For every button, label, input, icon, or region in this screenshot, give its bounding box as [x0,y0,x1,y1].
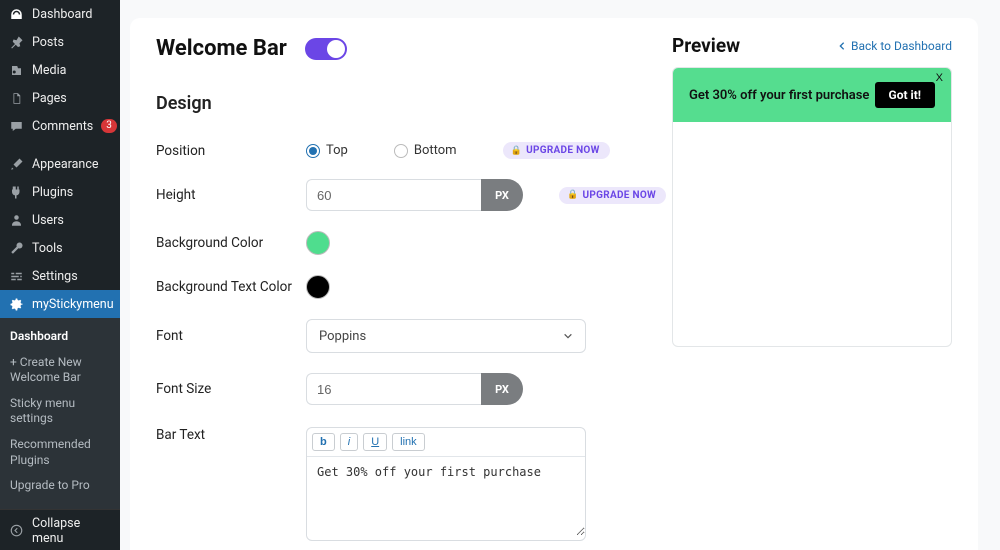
preview-welcome-bar: X Get 30% off your first purchase Got it… [673,68,951,122]
height-input[interactable] [306,179,481,211]
sidebar-label: Plugins [32,185,73,200]
sidebar-label: Pages [32,91,67,106]
sidebar-item-media[interactable]: Media [0,56,120,84]
sidebar-label: Settings [32,269,78,284]
comments-icon [8,118,24,134]
user-icon [8,212,24,228]
welcome-bar-toggle[interactable] [305,38,347,60]
dashboard-icon [8,6,24,22]
upgrade-button[interactable]: 🔒UPGRADE NOW [559,187,666,204]
preview-title: Preview [672,34,740,57]
chevron-down-icon [563,331,573,341]
pages-icon [8,90,24,106]
media-icon [8,62,24,78]
font-select[interactable]: Poppins [306,319,586,353]
preview-column: Preview Back to Dashboard X Get 30% off … [672,34,952,347]
sidebar-item-settings[interactable]: Settings [0,262,120,290]
position-top-radio[interactable]: Top [306,143,348,158]
main-area: Welcome Bar Design Position Top Bottom 🔒… [120,0,1000,550]
sidebar-item-users[interactable]: Users [0,206,120,234]
admin-sidebar: Dashboard Posts Media Pages Comments 3 [0,0,120,550]
bold-button[interactable]: b [312,433,335,451]
label-height: Height [156,187,306,203]
font-size-input[interactable] [306,373,481,405]
text-color-swatch[interactable] [306,275,330,299]
sidebar-item-pages[interactable]: Pages [0,84,120,112]
chevron-left-icon [837,41,847,51]
upgrade-button[interactable]: 🔒UPGRADE NOW [503,142,610,159]
gear-icon [8,296,24,312]
sidebar-label: myStickymenu [32,297,114,312]
sidebar-label: Tools [32,241,63,256]
sidebar-item-comments[interactable]: Comments 3 [0,112,120,140]
sliders-icon [8,268,24,284]
sidebar-item-tools[interactable]: Tools [0,234,120,262]
label-font: Font [156,328,306,344]
label-bg-color: Background Color [156,235,306,251]
bg-color-swatch[interactable] [306,231,330,255]
brush-icon [8,156,24,172]
collapse-menu-button[interactable]: Collapse menu [0,509,120,550]
back-to-dashboard-link[interactable]: Back to Dashboard [837,39,952,53]
collapse-icon [8,523,24,539]
sidebar-item-appearance[interactable]: Appearance [0,150,120,178]
preview-frame: X Get 30% off your first purchase Got it… [672,67,952,347]
label-bg-text-color: Background Text Color [156,279,306,295]
sidebar-label: Media [32,63,66,78]
font-select-value: Poppins [319,329,366,344]
rich-text-editor: b i U link [306,427,586,541]
link-button[interactable]: link [392,433,425,451]
comments-count-badge: 3 [101,119,117,133]
page-title: Welcome Bar [156,36,287,61]
sidebar-label: Posts [32,35,64,50]
submenu-sticky-settings[interactable]: Sticky menu settings [0,391,120,432]
lock-icon: 🔒 [567,190,579,200]
settings-card: Welcome Bar Design Position Top Bottom 🔒… [130,18,978,550]
sidebar-label: Appearance [32,157,99,172]
submenu-recommended-plugins[interactable]: Recommended Plugins [0,432,120,473]
label-font-size: Font Size [156,381,306,397]
font-size-unit: PX [481,373,523,405]
underline-button[interactable]: U [363,433,387,451]
sidebar-item-mystickymenu[interactable]: myStickymenu [0,290,120,318]
preview-close-button[interactable]: X [936,72,943,84]
sidebar-label: Dashboard [32,7,92,22]
submenu-upgrade-pro[interactable]: Upgrade to Pro [0,473,120,499]
plug-icon [8,184,24,200]
collapse-label: Collapse menu [32,516,112,546]
pin-icon [8,34,24,50]
sidebar-label: Users [32,213,64,228]
label-bar-text: Bar Text [156,427,306,443]
position-bottom-radio[interactable]: Bottom [394,143,457,158]
wrench-icon [8,240,24,256]
sidebar-submenu: Dashboard + Create New Welcome Bar Stick… [0,318,120,509]
submenu-dashboard[interactable]: Dashboard [0,324,120,350]
italic-button[interactable]: i [340,433,358,451]
height-unit: PX [481,179,523,211]
sidebar-item-posts[interactable]: Posts [0,28,120,56]
bar-text-textarea[interactable] [307,456,585,536]
sidebar-label: Comments [32,119,93,134]
lock-icon: 🔒 [511,146,523,156]
sidebar-item-dashboard[interactable]: Dashboard [0,0,120,28]
preview-bar-text: Get 30% off your first purchase [689,88,869,103]
preview-cta-button[interactable]: Got it! [875,82,935,108]
label-position: Position [156,143,306,159]
sidebar-item-plugins[interactable]: Plugins [0,178,120,206]
submenu-create-welcome-bar[interactable]: + Create New Welcome Bar [0,350,120,391]
